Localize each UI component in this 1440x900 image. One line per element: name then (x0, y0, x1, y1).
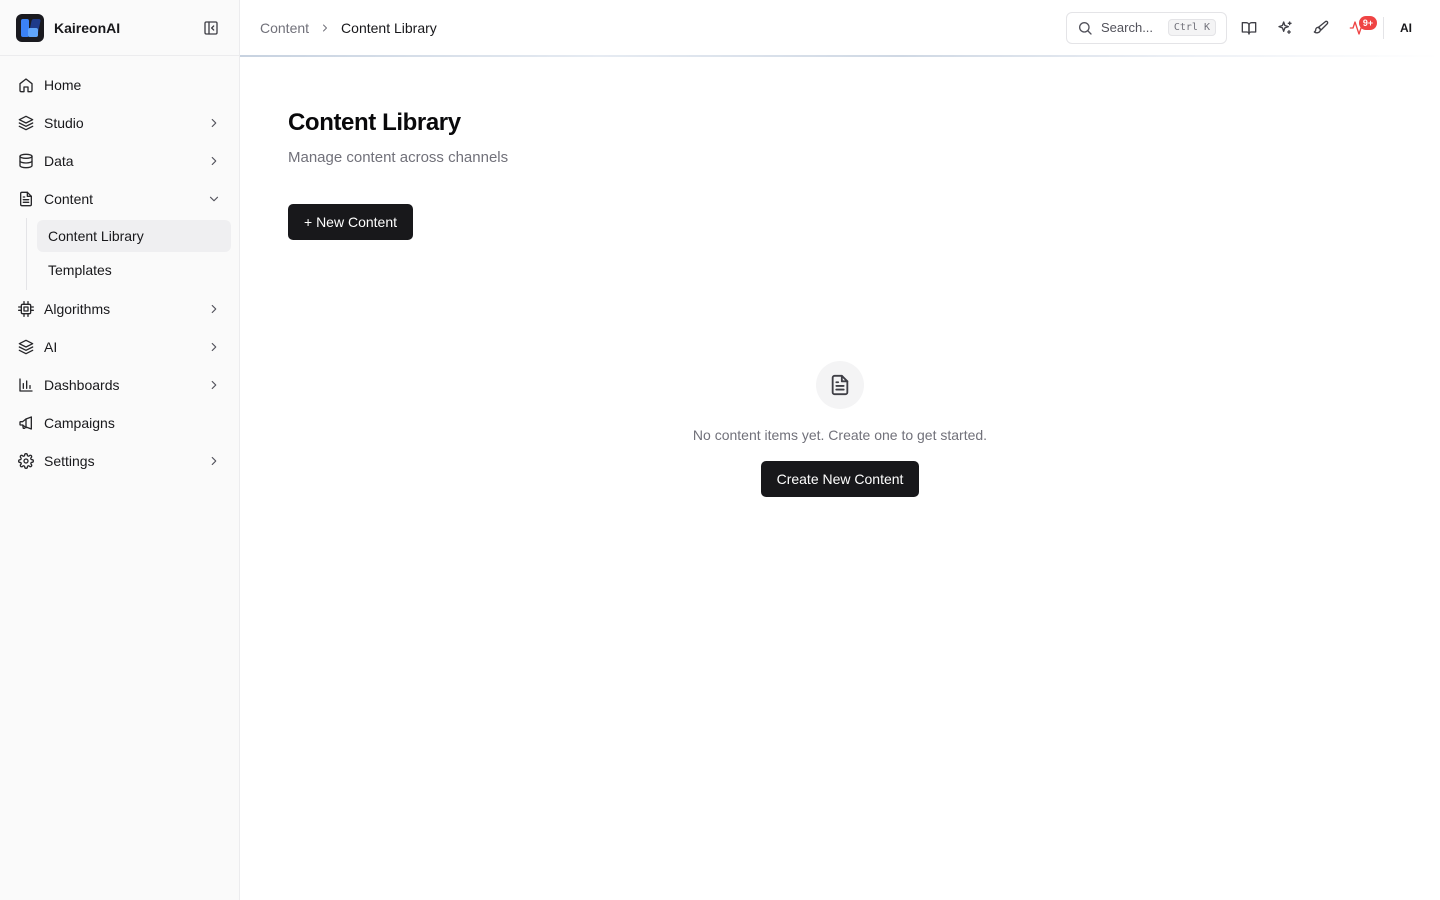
sidebar-item-label: Dashboards (44, 377, 120, 393)
gear-icon (18, 453, 34, 469)
chevron-right-icon (211, 380, 217, 390)
paintbrush-icon (1313, 20, 1329, 33)
chevron-right-icon (211, 156, 217, 166)
sidebar-item-label: Algorithms (44, 301, 111, 317)
breadcrumb-current: Content Library (341, 19, 437, 36)
sidebar-toggle-icon (204, 20, 218, 35)
bar-chart-icon (19, 378, 33, 392)
document-icon (831, 374, 849, 396)
home-icon (19, 78, 33, 93)
search-shortcut-hint: Ctrl K (1167, 19, 1216, 36)
cpu-icon (18, 301, 34, 317)
database-icon (19, 153, 33, 169)
sidebar-item-label: Studio (44, 115, 84, 131)
megaphone-icon (19, 416, 32, 430)
document-icon (20, 191, 32, 207)
sidebar-item-label: AI (44, 339, 58, 355)
layers-icon (18, 339, 34, 355)
search-icon (1079, 21, 1092, 35)
sidebar-item-studio[interactable]: Studio (0, 104, 239, 142)
breadcrumb-parent[interactable]: Content (260, 20, 309, 36)
sidebar-item-label: Campaigns (44, 415, 115, 431)
ai-assistant-button[interactable] (1267, 12, 1303, 44)
chevron-right-icon (323, 24, 328, 31)
notification-badge: 9+ (1359, 15, 1377, 30)
brand-header: KaireonAI (0, 0, 239, 56)
search-placeholder: Search... (1101, 20, 1154, 35)
sidebar-item-ai[interactable]: AI (0, 328, 239, 366)
sidebar-item-label: Home (44, 77, 82, 93)
docs-button[interactable] (1231, 12, 1267, 44)
theme-button[interactable] (1303, 12, 1339, 44)
book-open-icon (1241, 21, 1257, 35)
chevron-right-icon (211, 304, 217, 314)
create-new-content-button[interactable]: Create New Content (760, 461, 920, 497)
sidebar-item-settings[interactable]: Settings (0, 442, 239, 480)
chevron-right-icon (211, 456, 217, 466)
sidebar-subitem-templates[interactable]: Templates (37, 254, 231, 286)
sidebar-item-data[interactable]: Data (0, 142, 239, 180)
new-content-button[interactable]: + New Content (288, 204, 413, 240)
sidebar: KaireonAI Home Studio Data Content Conte… (0, 0, 240, 900)
search-input[interactable]: Search... Ctrl K (1066, 11, 1227, 44)
brand-name: KaireonAI (54, 19, 121, 36)
main-content: Content Library Manage content across ch… (288, 57, 1392, 240)
chevron-right-icon (211, 118, 217, 128)
sparkles-icon (1278, 20, 1292, 34)
sidebar-item-label: Content (44, 191, 94, 207)
topbar-divider (1383, 16, 1384, 39)
sidebar-item-label: Settings (44, 453, 95, 469)
activity-notifications-button[interactable]: 9+ (1339, 12, 1377, 44)
sidebar-nav: Home Studio Data Content Content Library… (0, 56, 239, 480)
page-title: Content Library (288, 109, 461, 136)
content-subnav: Content Library Templates (26, 218, 239, 290)
empty-state: No content items yet. Create one to get … (288, 361, 1392, 497)
avatar[interactable]: AI (1392, 14, 1420, 42)
sidebar-item-content[interactable]: Content (0, 180, 239, 218)
brand-logo[interactable] (16, 13, 44, 42)
topbar-actions: 9+ AI (1231, 12, 1420, 44)
page-subtitle: Manage content across channels (288, 149, 509, 166)
chevron-down-icon (209, 196, 219, 202)
chevron-right-icon (211, 342, 217, 352)
sidebar-item-dashboards[interactable]: Dashboards (0, 366, 239, 404)
sidebar-item-label: Data (44, 153, 74, 169)
sidebar-subitem-content-library[interactable]: Content Library (37, 220, 231, 252)
empty-state-icon-container (816, 361, 864, 409)
layers-icon (18, 115, 34, 131)
top-bar: Content Content Library Search... Ctrl K… (240, 0, 1440, 56)
collapse-sidebar-button[interactable] (199, 16, 223, 40)
empty-state-message: No content items yet. Create one to get … (692, 427, 988, 443)
sidebar-item-algorithms[interactable]: Algorithms (0, 290, 239, 328)
sidebar-item-campaigns[interactable]: Campaigns (0, 404, 239, 442)
sidebar-item-home[interactable]: Home (0, 66, 239, 104)
